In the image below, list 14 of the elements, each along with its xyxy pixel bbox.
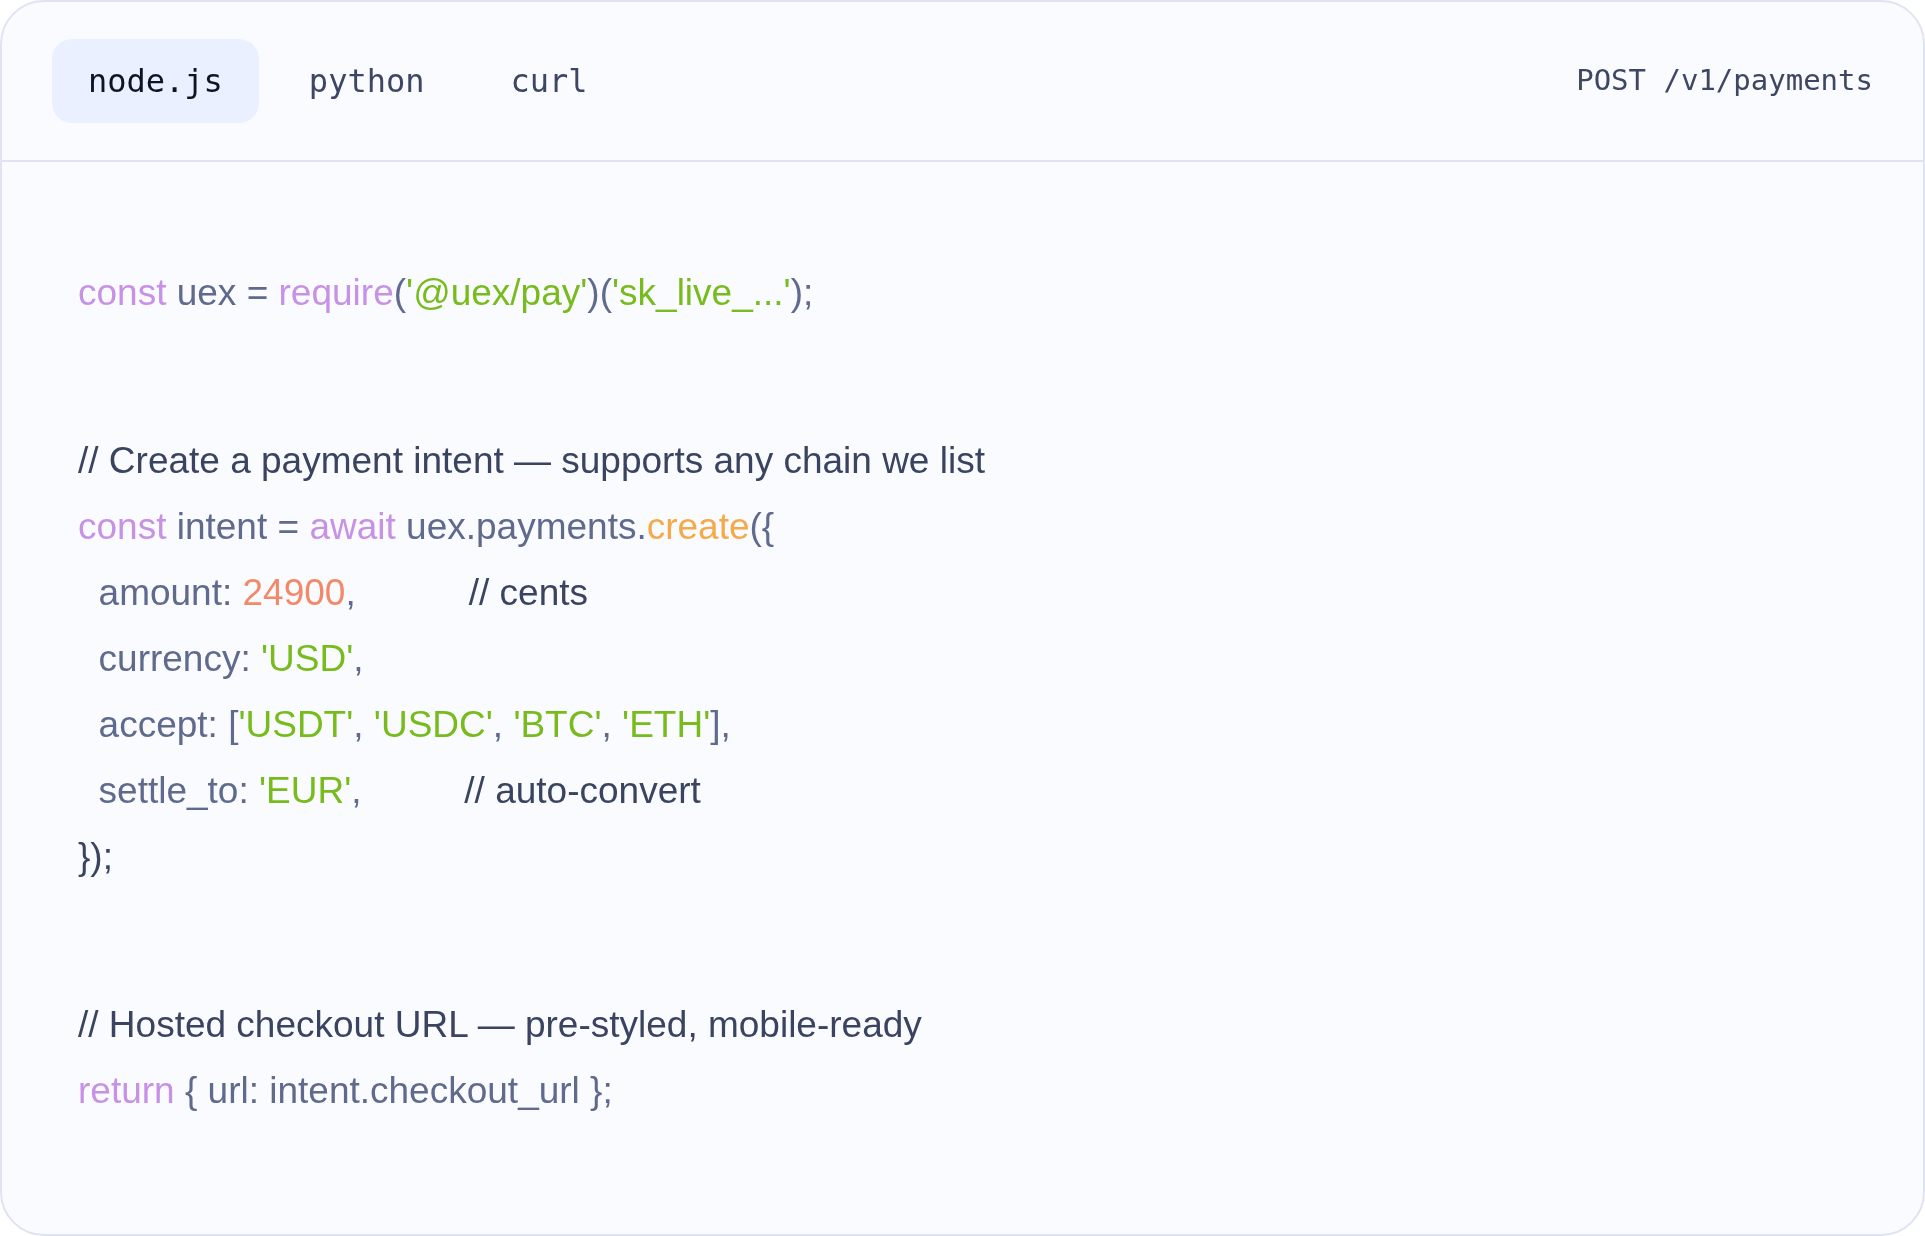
code-line: }); — [78, 835, 113, 879]
language-tab[interactable]: curl — [474, 39, 624, 123]
code-line: const uex = require('@uex/pay')('sk_live_...'); — [78, 271, 814, 315]
endpoint-label: POST /v1/payments — [1576, 62, 1873, 100]
code-line: amount: 24900, // cents — [97, 571, 589, 615]
code-line: settle_to: 'EUR', // auto-convert — [97, 769, 701, 813]
code-line: return { url: intent.checkout_url }; — [78, 1069, 613, 1113]
language-tab[interactable]: python — [272, 39, 461, 123]
code-line: // Hosted checkout URL — pre-styled, mobile-ready — [78, 1003, 922, 1047]
code-line: accept: ['USDT', 'USDC', 'BTC', 'ETH'], — [97, 703, 731, 747]
code-line: currency: 'USD', — [97, 637, 364, 681]
code-line: const intent = await uex.payments.create({ — [78, 505, 775, 549]
language-tab[interactable]: node.js — [52, 39, 259, 123]
code-line: // Create a payment intent — supports any chain we list — [78, 439, 985, 483]
